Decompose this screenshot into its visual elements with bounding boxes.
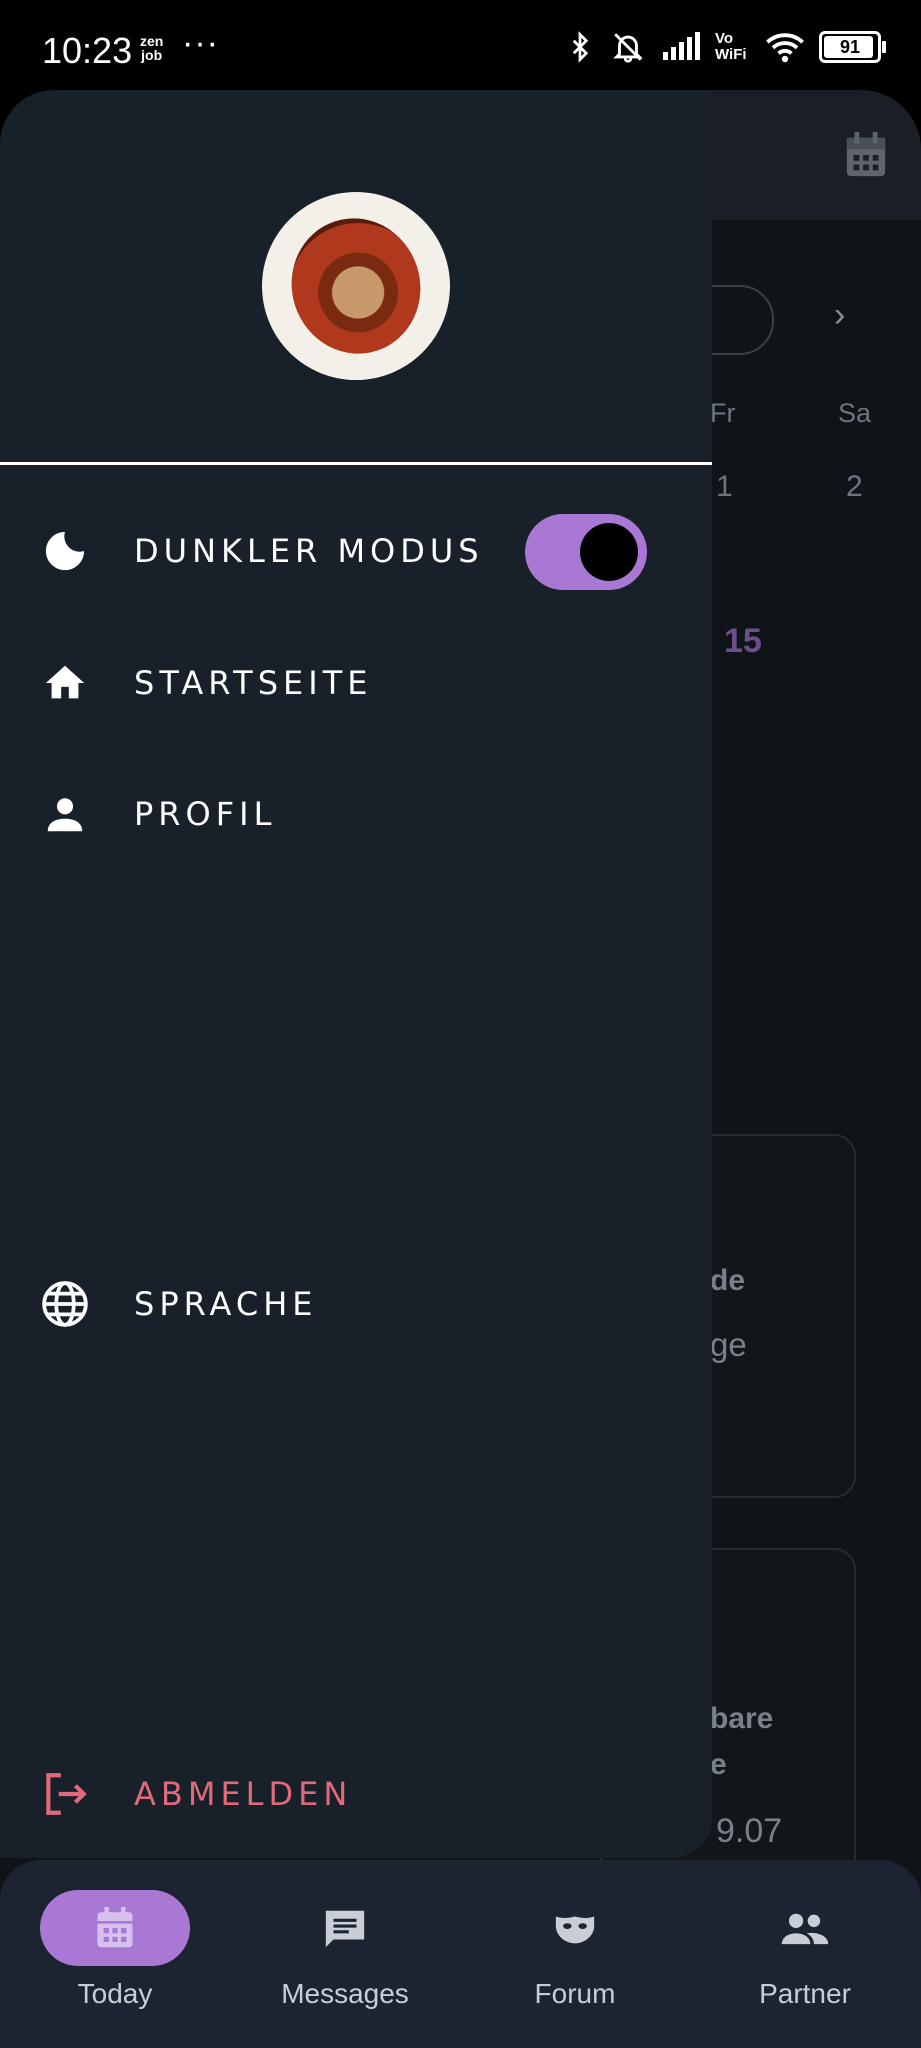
bell-off-icon xyxy=(613,33,643,63)
weekday-label: Fr xyxy=(710,398,736,428)
card-title: bare xyxy=(710,1702,774,1735)
card-subtitle: ge xyxy=(710,1326,747,1363)
weekday-label: Sa xyxy=(838,398,872,428)
menu-item-dark-mode[interactable]: DUNKLER MODUS xyxy=(40,526,484,576)
app-notification-icon: zen job xyxy=(140,33,164,63)
navigation-drawer: DUNKLER MODUS STARTSEITE PROFIL SPRACHE … xyxy=(0,90,712,1858)
menu-item-label: SPRACHE xyxy=(134,1285,318,1323)
menu-item-profil[interactable]: PROFIL xyxy=(40,789,276,839)
card-date: 9.07 xyxy=(716,1812,783,1850)
toggle-knob xyxy=(580,523,638,581)
nav-active-indicator xyxy=(40,1890,190,1966)
battery-level: 91 xyxy=(839,37,861,57)
home-icon xyxy=(40,658,90,708)
nav-icon-wrap xyxy=(730,1890,880,1966)
bottom-navigation: Today Messages Forum Partner xyxy=(0,1860,921,2048)
people-icon xyxy=(781,1913,829,1945)
moon-icon xyxy=(40,526,90,576)
menu-item-label: STARTSEITE xyxy=(134,664,373,702)
signal-icon xyxy=(663,32,700,60)
logout-icon xyxy=(40,1769,90,1819)
status-bar: 10:23 zen job ··· Vo WiFi 91 xyxy=(0,0,921,90)
calendar-date[interactable]: 2 xyxy=(846,470,863,504)
menu-item-label: PROFIL xyxy=(134,795,277,833)
mask-icon xyxy=(555,1916,595,1944)
status-time: 10:23 xyxy=(42,30,133,71)
calendar-date-today[interactable]: 15 xyxy=(724,622,762,661)
globe-icon xyxy=(40,1279,90,1329)
person-icon xyxy=(40,789,90,839)
wifi-icon xyxy=(766,33,804,63)
menu-item-label: DUNKLER MODUS xyxy=(134,532,484,570)
vowifi-icon: Vo WiFi xyxy=(715,30,747,63)
menu-item-abmelden[interactable]: ABMELDEN xyxy=(40,1769,352,1819)
menu-item-sprache[interactable]: SPRACHE xyxy=(40,1279,318,1329)
calendar-date[interactable]: 1 xyxy=(716,470,733,504)
nav-label: Messages xyxy=(281,1978,409,2009)
bluetooth-icon xyxy=(572,31,589,63)
calendar-icon xyxy=(97,1907,133,1948)
menu-item-label: ABMELDEN xyxy=(134,1775,353,1813)
calendar-icon[interactable] xyxy=(843,130,889,180)
nav-item-forum[interactable]: Forum xyxy=(460,1890,690,2010)
message-icon xyxy=(325,1910,365,1948)
menu-item-startseite[interactable]: STARTSEITE xyxy=(40,658,372,708)
divider xyxy=(0,462,712,465)
nav-item-messages[interactable]: Messages xyxy=(230,1890,460,2010)
nav-icon-wrap xyxy=(500,1890,650,1966)
nav-label: Partner xyxy=(759,1978,851,2009)
status-icons: Vo WiFi 91 xyxy=(565,30,886,64)
nav-item-partner[interactable]: Partner xyxy=(690,1890,920,2010)
next-month-chevron-icon[interactable]: › xyxy=(834,296,845,335)
nav-label: Today xyxy=(77,1978,153,2009)
dark-mode-toggle[interactable] xyxy=(525,514,647,590)
nav-label: Forum xyxy=(534,1978,616,2009)
avatar[interactable] xyxy=(262,192,450,380)
nav-icon-wrap xyxy=(270,1890,420,1966)
card-title-line2: e xyxy=(710,1748,727,1781)
more-notifications-icon: ··· xyxy=(182,24,219,62)
nav-item-today[interactable]: Today xyxy=(0,1890,230,2010)
avatar-image xyxy=(274,201,438,371)
card-title: de xyxy=(710,1264,746,1297)
battery-icon: 91 xyxy=(819,31,886,63)
